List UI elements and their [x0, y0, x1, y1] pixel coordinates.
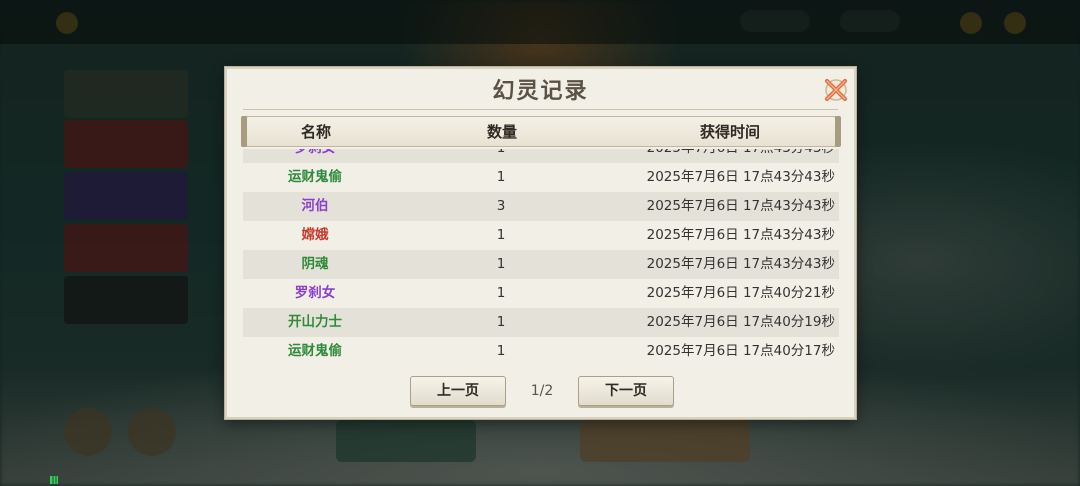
header-quantity: 数量 [486, 123, 517, 141]
close-button[interactable] [823, 77, 849, 103]
row-quantity: 1 [496, 227, 506, 243]
row-quantity: 1 [496, 169, 506, 185]
row-name: 罗刹女 [294, 285, 336, 301]
table-row: 嫦娥 1 2025年7月6日 17点43分43秒 [243, 221, 839, 250]
row-quantity: 1 [443, 149, 559, 163]
row-time: 2025年7月6日 17点43分43秒 [646, 169, 835, 185]
table-row: 运财鬼偷 1 2025年7月6日 17点40分17秒 [243, 337, 839, 365]
row-name: 河伯 [301, 198, 329, 214]
dialog-title: 幻灵记录 [492, 78, 589, 104]
row-time: 2025年7月6日 17点40分17秒 [646, 343, 835, 359]
table-header: 名称 数量 获得时间 [241, 116, 841, 147]
row-time: 2025年7月6日 17点43分43秒 [623, 149, 839, 163]
title-divider [243, 109, 838, 110]
row-time: 2025年7月6日 17点40分21秒 [646, 285, 835, 301]
row-quantity: 1 [496, 285, 506, 301]
header-name: 名称 [300, 123, 331, 141]
row-name: 开山力士 [288, 314, 342, 330]
row-quantity: 1 [496, 343, 506, 359]
record-dialog: 幻灵记录 名称 数量 获得时间 罗刹女 1 2025年7月6日 17点43分43… [225, 67, 856, 419]
header-time: 获得时间 [699, 123, 760, 141]
row-time: 2025年7月6日 17点43分43秒 [646, 198, 835, 214]
close-icon [825, 79, 847, 101]
table-row: 河伯 3 2025年7月6日 17点43分43秒 [243, 192, 839, 221]
row-quantity: 1 [496, 314, 506, 330]
row-name: 嫦娥 [301, 227, 329, 243]
prev-page-button[interactable]: 上一页 [410, 376, 506, 406]
row-name: 罗刹女 [243, 149, 387, 163]
row-name: 阴魂 [301, 256, 329, 272]
row-name: 运财鬼偷 [288, 169, 342, 185]
row-name: 运财鬼偷 [288, 343, 342, 359]
table-row: 阴魂 1 2025年7月6日 17点43分43秒 [243, 250, 839, 279]
row-time: 2025年7月6日 17点43分43秒 [646, 256, 835, 272]
row-quantity: 3 [496, 198, 506, 214]
row-quantity: 1 [496, 256, 506, 272]
table-row: 罗刹女 1 2025年7月6日 17点40分21秒 [243, 279, 839, 308]
page-indicator: 1/2 [530, 383, 554, 399]
table-row: 开山力士 1 2025年7月6日 17点40分19秒 [243, 308, 839, 337]
table-row: 运财鬼偷 1 2025年7月6日 17点43分43秒 [243, 163, 839, 192]
signal-icon [50, 476, 58, 484]
record-list[interactable]: 罗刹女 1 2025年7月6日 17点43分43秒 运财鬼偷 1 2025年7月… [243, 149, 839, 365]
next-page-button[interactable]: 下一页 [578, 376, 674, 406]
row-time: 2025年7月6日 17点43分43秒 [646, 227, 835, 243]
row-time: 2025年7月6日 17点40分19秒 [646, 314, 835, 330]
table-row: 罗刹女 1 2025年7月6日 17点43分43秒 [243, 149, 839, 163]
